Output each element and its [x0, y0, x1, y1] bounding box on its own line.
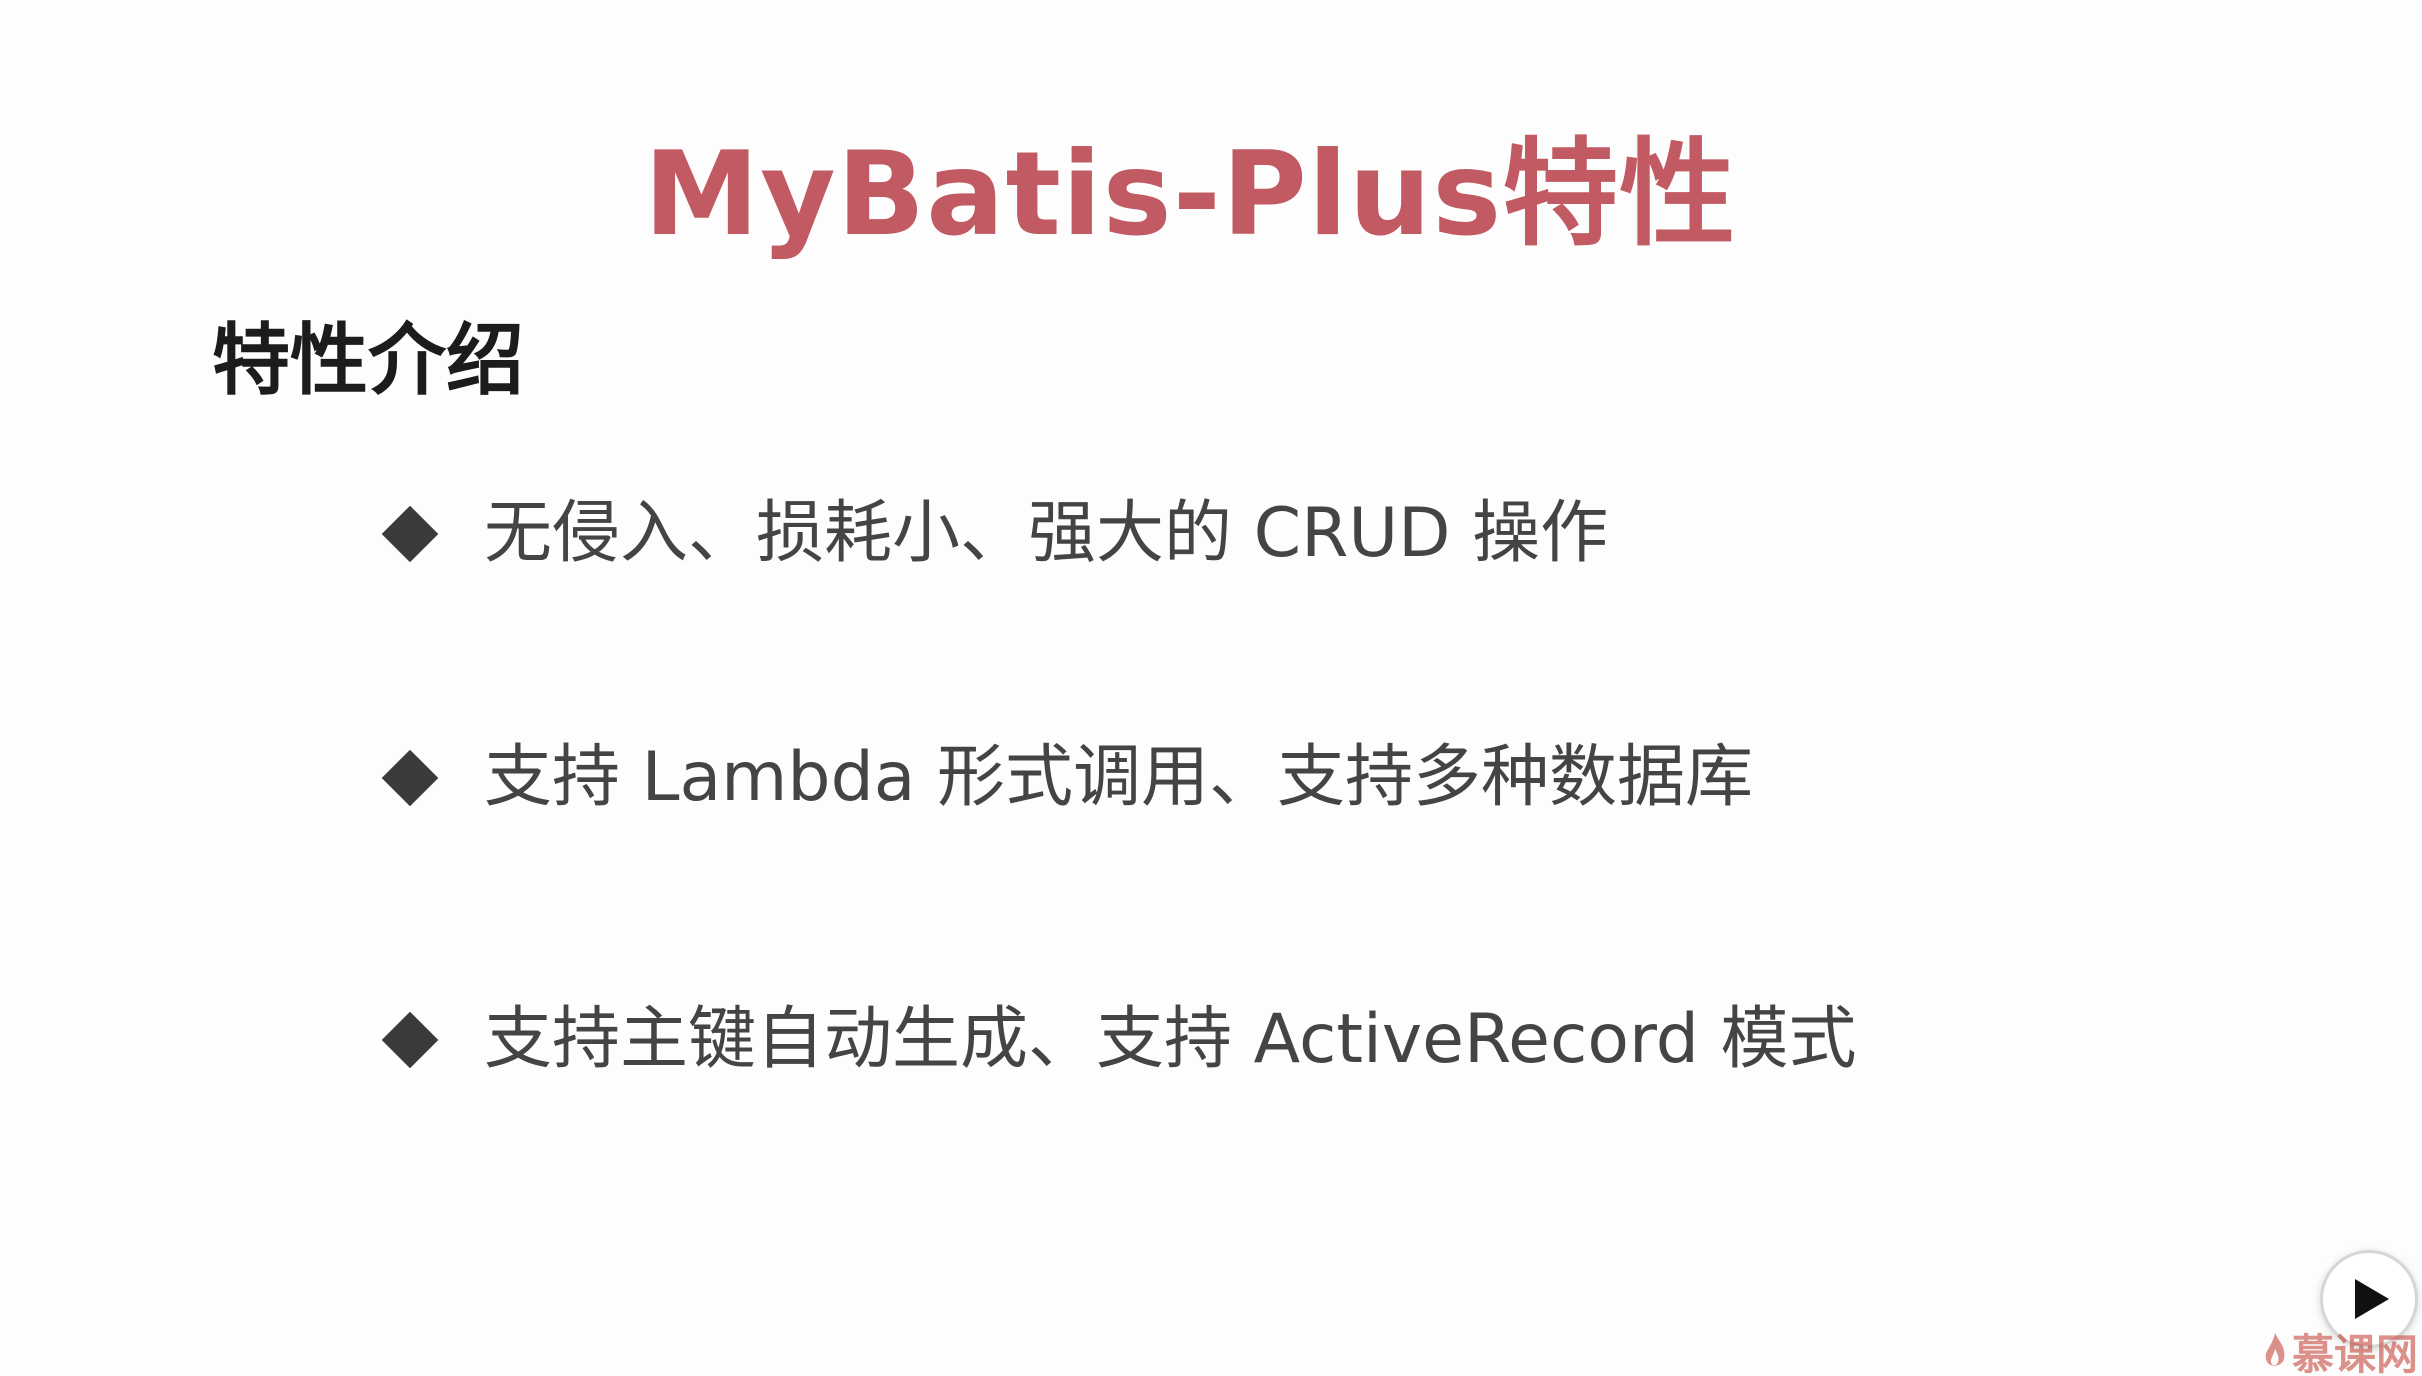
bullet-text: 支持 Lambda 形式调用、支持多种数据库 — [484, 738, 1754, 817]
bullet-text: 无侵入、损耗小、强大的 CRUD 操作 — [484, 494, 1609, 573]
section-heading: 特性介绍 — [212, 316, 525, 406]
play-icon — [2355, 1279, 2389, 1319]
watermark-text: 慕课网 — [2292, 1329, 2419, 1376]
diamond-bullet-icon — [381, 1011, 439, 1069]
watermark-logo: 慕课网 — [2262, 1326, 2418, 1376]
slide: MyBatis-Plus特性 特性介绍 无侵入、损耗小、强大的 CRUD 操作 … — [0, 0, 2422, 1376]
flame-icon — [2265, 1333, 2285, 1366]
list-item: 支持主键自动生成、支持 ActiveRecord 模式 — [380, 992, 1857, 1088]
diamond-bullet-icon — [381, 749, 439, 807]
list-item: 无侵入、损耗小、强大的 CRUD 操作 — [380, 486, 1608, 582]
bullet-text: 支持主键自动生成、支持 ActiveRecord 模式 — [484, 1000, 1857, 1079]
slide-title: MyBatis-Plus特性 — [643, 127, 1737, 262]
diamond-bullet-icon — [381, 505, 439, 563]
list-item: 支持 Lambda 形式调用、支持多种数据库 — [380, 730, 1753, 826]
